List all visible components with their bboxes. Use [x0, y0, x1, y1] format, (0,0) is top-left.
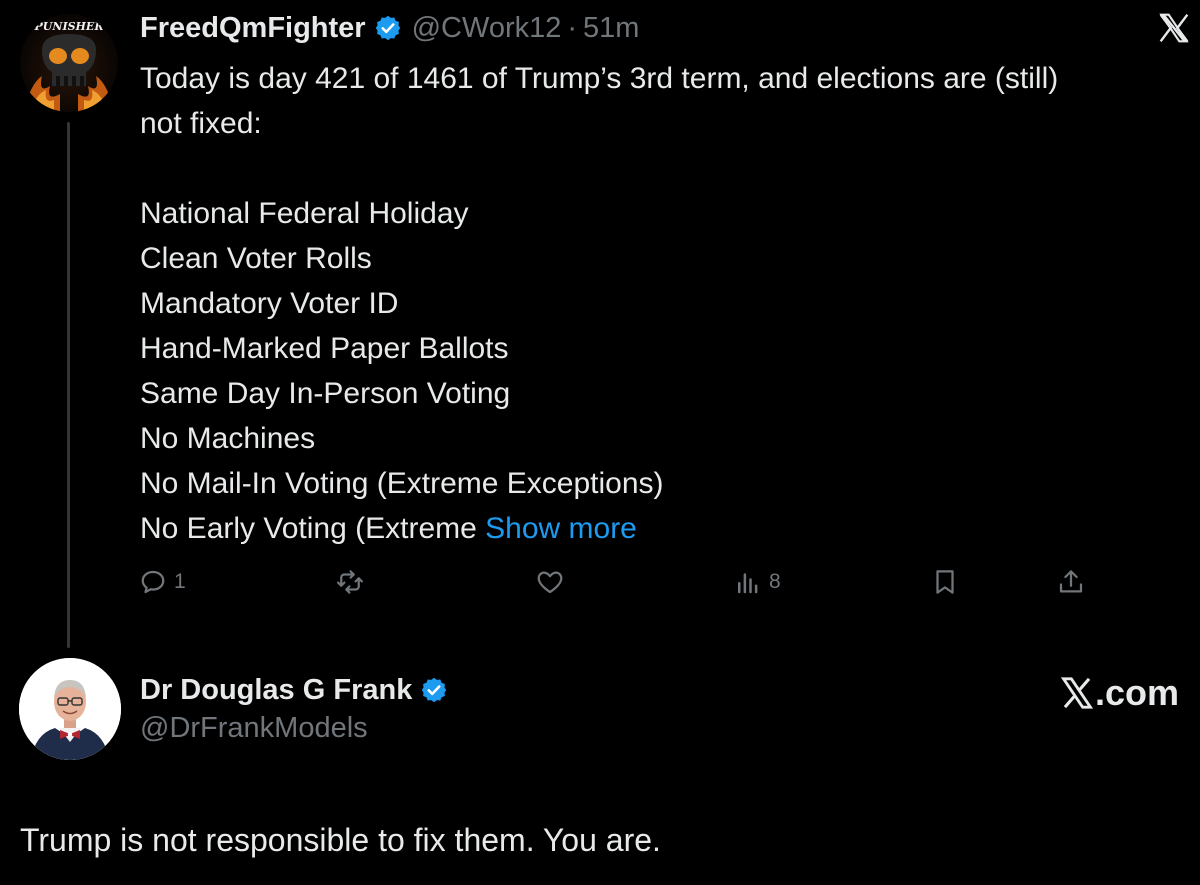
retweet-button[interactable] — [335, 562, 365, 602]
views-icon — [738, 573, 758, 594]
author-name[interactable]: Dr Douglas G Frank — [140, 674, 412, 707]
source-label: .com — [1060, 672, 1179, 714]
verified-badge-icon — [375, 15, 400, 41]
like-button[interactable] — [535, 562, 565, 602]
tweet-body: Today is day 421 of 1461 of Trump’s 3rd … — [140, 56, 1180, 551]
quoted-author-header: Dr Douglas G Frank — [140, 670, 448, 710]
reply-text: Trump is not responsible to fix them. Yo… — [20, 822, 661, 858]
list-item: Hand-Marked Paper Ballots — [140, 332, 509, 365]
verified-badge-icon — [422, 677, 447, 703]
list-item: Clean Voter Rolls — [140, 242, 372, 275]
reply-button[interactable]: 1 — [138, 562, 186, 602]
share-button[interactable] — [1056, 562, 1086, 602]
x-logo-icon — [1060, 677, 1094, 709]
author-name[interactable]: FreedQmFighter — [140, 12, 366, 45]
views-count: 8 — [769, 570, 781, 593]
avatar-logo-text: PUNISHER — [34, 20, 104, 33]
author-avatar[interactable] — [19, 658, 121, 760]
tweet-line: Today is day 421 of 1461 of Trump’s 3rd … — [140, 62, 1059, 95]
list-item-truncated: No Early Voting (Extreme Show more — [140, 506, 1180, 551]
like-icon — [537, 571, 563, 594]
tweet-header: FreedQmFighter @CWork12 · 51m — [140, 8, 639, 48]
reply-count: 1 — [174, 570, 186, 593]
retweet-icon — [337, 570, 363, 594]
list-item: No Mail-In Voting (Extreme Exceptions) — [140, 467, 664, 500]
views-button[interactable]: 8 — [733, 562, 781, 602]
x-logo-icon — [1159, 13, 1189, 43]
author-handle[interactable]: @CWork12 — [412, 12, 562, 45]
list-item: National Federal Holiday — [140, 197, 469, 230]
timestamp[interactable]: 51m — [583, 12, 639, 45]
author-avatar[interactable]: PUNISHER — [20, 14, 118, 112]
share-icon — [1059, 570, 1083, 593]
tweet-line: not fixed: — [140, 107, 262, 140]
bookmark-button[interactable] — [930, 562, 960, 602]
source-domain: .com — [1095, 672, 1180, 713]
list-item: No Machines — [140, 422, 316, 455]
truncated-text: No Early Voting (Extreme — [140, 512, 486, 545]
thread-connector-line — [67, 122, 70, 648]
list-item: Same Day In-Person Voting — [140, 377, 511, 410]
bookmark-icon — [936, 570, 954, 594]
author-handle[interactable]: @DrFrankModels — [140, 712, 368, 745]
show-more-link[interactable]: Show more — [485, 512, 637, 545]
list-item: Mandatory Voter ID — [140, 287, 399, 320]
separator-dot: · — [567, 11, 578, 44]
reply-icon — [141, 570, 165, 594]
